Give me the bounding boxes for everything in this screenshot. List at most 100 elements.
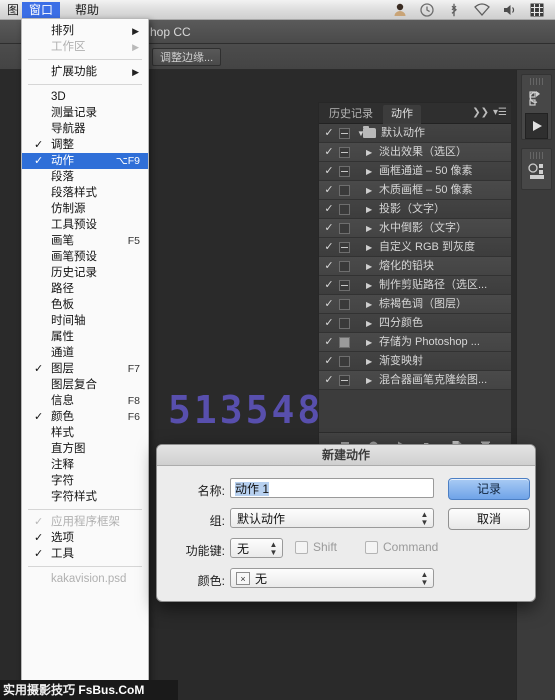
time-machine-icon[interactable] [419,2,435,18]
action-enabled-check-icon[interactable]: ✓ [323,276,335,295]
input-method-icon[interactable] [529,2,545,18]
function-key-select[interactable]: 无 ▲▼ [230,538,283,558]
wifi-icon[interactable] [473,2,491,18]
action-enabled-check-icon[interactable]: ✓ [323,181,335,200]
action-dialog-toggle-icon[interactable] [339,223,350,234]
action-enabled-check-icon[interactable]: ✓ [323,219,335,238]
user-icon[interactable] [392,2,408,18]
menu-item-7[interactable]: 导航器 [22,121,148,137]
menu-item-12[interactable]: 仿制源 [22,201,148,217]
chevron-right-icon[interactable]: ▶ [366,143,372,162]
menu-item-25[interactable]: ✓颜色F6 [22,409,148,425]
chevron-right-icon[interactable]: ▶ [366,162,372,181]
action-dialog-toggle-icon[interactable] [339,356,350,367]
menu-item-28[interactable]: 注释 [22,457,148,473]
menu-item-13[interactable]: 工具预设 [22,217,148,233]
action-enabled-check-icon[interactable]: ✓ [323,314,335,333]
tab-history[interactable]: 历史记录 [321,105,381,124]
name-input[interactable]: 动作 1 [230,478,434,498]
action-enabled-check-icon[interactable]: ✓ [323,143,335,162]
action-row[interactable]: ✓▶木质画框 – 50 像素 [319,181,511,200]
chevron-right-icon[interactable]: ▶ [366,371,372,390]
collapse-icon[interactable]: ❯❯ [472,107,489,118]
stepper-icon-2[interactable]: ▲▼ [269,541,278,557]
menu-item-0[interactable]: 排列▶ [22,23,148,39]
action-dialog-toggle-icon[interactable] [339,166,350,177]
dock-group-adjustments[interactable] [521,148,552,190]
history-icon[interactable] [522,85,553,113]
action-dialog-toggle-icon[interactable] [339,375,350,386]
actions-list[interactable]: ✓▼默认动作✓▶淡出效果（选区）✓▶画框通道 – 50 像素✓▶木质画框 – 5… [319,124,511,434]
menubar-item-window[interactable]: 窗口 [22,2,60,18]
menu-item-5[interactable]: 3D [22,89,148,105]
stepper-icon-3[interactable]: ▲▼ [420,571,429,587]
menu-item-18[interactable]: 色板 [22,297,148,313]
cancel-button[interactable]: 取消 [448,508,530,530]
action-row[interactable]: ✓▼默认动作 [319,124,511,143]
menu-item-21[interactable]: 通道 [22,345,148,361]
command-checkbox[interactable] [365,541,378,554]
action-dialog-toggle-icon[interactable] [339,128,350,139]
menu-item-22[interactable]: ✓图层F7 [22,361,148,377]
action-row[interactable]: ✓▶存储为 Photoshop ... [319,333,511,352]
action-enabled-check-icon[interactable]: ✓ [323,352,335,371]
menu-item-14[interactable]: 画笔F5 [22,233,148,249]
menu-item-34[interactable]: ✓工具 [22,546,148,562]
action-row[interactable]: ✓▶水中倒影（文字） [319,219,511,238]
action-row[interactable]: ✓▶棕褐色调（图层） [319,295,511,314]
action-enabled-check-icon[interactable]: ✓ [323,371,335,390]
stepper-icon[interactable]: ▲▼ [420,511,429,527]
menu-item-33[interactable]: ✓选项 [22,530,148,546]
bluetooth-icon[interactable] [446,2,462,18]
menu-item-11[interactable]: 段落样式 [22,185,148,201]
action-enabled-check-icon[interactable]: ✓ [323,162,335,181]
action-row[interactable]: ✓▶混合器画笔克隆绘图... [319,371,511,390]
color-select[interactable]: × 无 ▲▼ [230,568,434,588]
action-dialog-toggle-icon[interactable] [339,337,350,348]
menu-item-10[interactable]: 段落 [22,169,148,185]
actions-play-icon[interactable] [525,113,548,139]
action-row[interactable]: ✓▶渐变映射 [319,352,511,371]
menu-item-3[interactable]: 扩展功能▶ [22,64,148,80]
action-row[interactable]: ✓▶四分颜色 [319,314,511,333]
action-enabled-check-icon[interactable]: ✓ [323,238,335,257]
action-row[interactable]: ✓▶自定义 RGB 到灰度 [319,238,511,257]
action-dialog-toggle-icon[interactable] [339,261,350,272]
action-enabled-check-icon[interactable]: ✓ [323,257,335,276]
action-row[interactable]: ✓▶投影（文字） [319,200,511,219]
volume-icon[interactable] [502,2,518,18]
menu-item-15[interactable]: 画笔预设 [22,249,148,265]
menu-item-16[interactable]: 历史记录 [22,265,148,281]
action-dialog-toggle-icon[interactable] [339,299,350,310]
menu-item-24[interactable]: 信息F8 [22,393,148,409]
record-button[interactable]: 记录 [448,478,530,500]
new-action-dialog[interactable]: 新建动作 名称: 动作 1 记录 组: 默认动作 ▲▼ 取消 功能键: 无 ▲▼… [156,444,536,602]
action-row[interactable]: ✓▶熔化的铅块 [319,257,511,276]
action-dialog-toggle-icon[interactable] [339,147,350,158]
chevron-right-icon[interactable]: ▶ [366,257,372,276]
adjustments-icon[interactable] [522,159,553,187]
chevron-right-icon[interactable]: ▶ [366,352,372,371]
action-dialog-toggle-icon[interactable] [339,318,350,329]
chevron-right-icon[interactable]: ▶ [366,333,372,352]
menu-item-26[interactable]: 样式 [22,425,148,441]
dock-group-history[interactable] [521,74,552,140]
action-dialog-toggle-icon[interactable] [339,204,350,215]
action-dialog-toggle-icon[interactable] [339,242,350,253]
menu-item-23[interactable]: 图层复合 [22,377,148,393]
tab-actions[interactable]: 动作 [383,105,421,124]
chevron-right-icon[interactable]: ▶ [366,200,372,219]
action-enabled-check-icon[interactable]: ✓ [323,124,335,143]
refine-edge-button[interactable]: 调整边缘... [152,48,221,66]
actions-panel[interactable]: 历史记录 动作 ❯❯ ▾☰ ✓▼默认动作✓▶淡出效果（选区）✓▶画框通道 – 5… [318,102,510,457]
action-dialog-toggle-icon[interactable] [339,185,350,196]
menu-item-30[interactable]: 字符样式 [22,489,148,505]
chevron-right-icon[interactable]: ▶ [366,295,372,314]
action-enabled-check-icon[interactable]: ✓ [323,200,335,219]
menu-item-19[interactable]: 时间轴 [22,313,148,329]
chevron-right-icon[interactable]: ▶ [366,181,372,200]
action-row[interactable]: ✓▶制作剪贴路径（选区... [319,276,511,295]
chevron-right-icon[interactable]: ▶ [366,314,372,333]
action-enabled-check-icon[interactable]: ✓ [323,333,335,352]
chevron-right-icon[interactable]: ▶ [366,276,372,295]
